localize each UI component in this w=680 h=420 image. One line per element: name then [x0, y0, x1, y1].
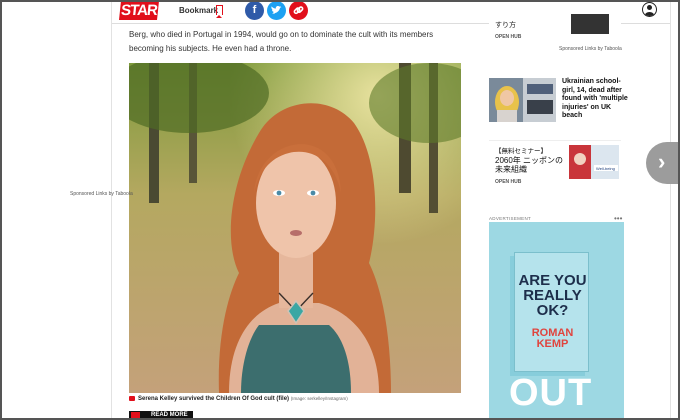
twitter-icon [271, 5, 282, 14]
woman-portrait-image [129, 63, 461, 393]
sponsored-card-seminar[interactable]: 【無料セミナー】 2060年 ニッポンの 未来組織 Well-being OPE… [489, 140, 621, 190]
user-account-icon[interactable] [642, 2, 657, 17]
bookmark-icon[interactable] [216, 5, 223, 18]
sponsored-card-top-title: すり方 [495, 22, 516, 29]
seminar-thumbnail-image: Well-being [569, 145, 619, 179]
link-icon [293, 6, 304, 15]
seminar-title: 【無料セミナー】 2060年 ニッポンの 未来組織 [495, 147, 563, 174]
next-article-button[interactable]: › [646, 142, 680, 184]
news-thumbnail[interactable] [489, 78, 556, 122]
article-photo [129, 63, 461, 393]
sponsored-card-top[interactable]: すり方 OPEN HUB [489, 0, 621, 40]
copy-link-button[interactable] [289, 1, 308, 20]
news-thumbnail-image [489, 78, 556, 122]
photo-caption: Serena Kelley survived the Children Of G… [129, 396, 348, 402]
taboola-label[interactable]: Sponsored Links by Taboola [559, 46, 622, 52]
chevron-right-icon: › [658, 149, 666, 174]
news-headline-link[interactable]: Ukrainian school-girl, 14, dead after fo… [562, 78, 628, 121]
facebook-share-button[interactable]: f [245, 1, 264, 20]
taboola-label-2[interactable]: Sponsored Links by Taboola [70, 191, 133, 197]
book-cover: ARE YOU REALLY OK? ROMAN KEMP [514, 252, 589, 372]
seminar-thumbnail-text: Well-being [596, 166, 615, 171]
left-margin [0, 0, 112, 420]
right-margin [670, 0, 680, 420]
book-advertisement[interactable]: ARE YOU REALLY OK? ROMAN KEMP OUT [489, 222, 624, 420]
caption-text: Serena Kelley survived the Children Of G… [138, 396, 290, 402]
logo-text: STAR [120, 2, 158, 19]
seminar-line-3: 未来組織 [495, 165, 527, 174]
seminar-line-1: 【無料セミナー】 [495, 148, 547, 155]
star-logo[interactable]: STAR [119, 1, 159, 20]
book-author: ROMAN KEMP [531, 327, 574, 350]
bookmark-link[interactable]: Bookmark [179, 6, 218, 15]
read-more-banner[interactable]: READ MORE [129, 411, 193, 420]
book-ad-out-text: OUT [509, 372, 593, 414]
advertisement-label: ADVERTISEMENT [489, 216, 532, 221]
read-more-label: READ MORE [151, 412, 188, 418]
seminar-line-2: 2060年 ニッポンの [495, 156, 564, 165]
camera-icon [129, 396, 135, 401]
book-title: ARE YOU REALLY OK? [518, 272, 587, 319]
caption-credit: (Image: serkelley/Instagram) [290, 396, 348, 401]
sponsored-source: OPEN HUB [495, 34, 522, 40]
twitter-share-button[interactable] [267, 1, 286, 20]
sponsored-source-2: OPEN HUB [495, 179, 522, 185]
article-paragraph: Berg, who died in Portugal in 1994, woul… [129, 30, 434, 53]
read-more-icon [131, 412, 140, 420]
seminar-thumbnail: Well-being [569, 145, 619, 179]
sponsored-card-top-thumbnail [571, 14, 609, 34]
